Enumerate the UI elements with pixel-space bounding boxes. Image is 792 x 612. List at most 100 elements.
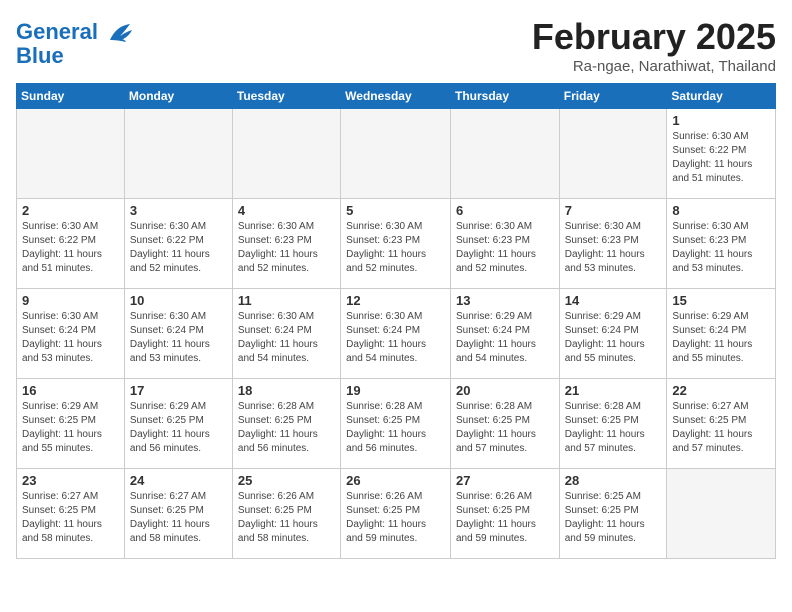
day-number: 21: [565, 383, 662, 398]
day-info: Sunrise: 6:30 AM Sunset: 6:24 PM Dayligh…: [346, 310, 445, 366]
calendar-cell: 10Sunrise: 6:30 AM Sunset: 6:24 PM Dayli…: [124, 289, 232, 379]
week-row-5: 23 Sunrise: 6:27 AM Sunset: 6:25 PM Dayli…: [17, 469, 776, 559]
day-number: 1: [672, 113, 770, 128]
calendar-cell: 3 Sunrise: 6:30 AM Sunset: 6:22 PM Daylig…: [124, 199, 232, 289]
day-number: 2: [22, 203, 119, 218]
calendar-cell: [450, 109, 559, 199]
logo-text: General: [16, 20, 134, 44]
day-info: Sunrise: 6:28 AM Sunset: 6:25 PM Dayligh…: [238, 400, 335, 456]
weekday-header-sunday: Sunday: [17, 84, 125, 109]
logo-line2-text: Blue: [16, 44, 134, 68]
day-info: Sunrise: 6:30 AM Sunset: 6:24 PM Dayligh…: [22, 310, 119, 366]
week-row-2: 2 Sunrise: 6:30 AM Sunset: 6:22 PM Daylig…: [17, 199, 776, 289]
calendar-cell: 20Sunrise: 6:28 AM Sunset: 6:25 PM Dayli…: [450, 379, 559, 469]
day-number: 12: [346, 293, 445, 308]
day-info: Sunrise: 6:28 AM Sunset: 6:25 PM Dayligh…: [346, 400, 445, 456]
calendar-cell: [341, 109, 451, 199]
day-number: 11: [238, 293, 335, 308]
day-number: 14: [565, 293, 662, 308]
calendar-cell: 13 Sunrise: 6:29 AM Sunset: 6:24 PM Dayli…: [450, 289, 559, 379]
day-info: Sunrise: 6:29 AM Sunset: 6:24 PM Dayligh…: [565, 310, 662, 366]
calendar-cell: [17, 109, 125, 199]
day-info: Sunrise: 6:27 AM Sunset: 6:25 PM Dayligh…: [672, 400, 770, 456]
day-number: 26: [346, 473, 445, 488]
day-number: 8: [672, 203, 770, 218]
weekday-header-tuesday: Tuesday: [232, 84, 340, 109]
day-number: 19: [346, 383, 445, 398]
weekday-header-wednesday: Wednesday: [341, 84, 451, 109]
day-number: 6: [456, 203, 554, 218]
day-info: Sunrise: 6:30 AM Sunset: 6:23 PM Dayligh…: [346, 220, 445, 276]
day-number: 17: [130, 383, 227, 398]
day-number: 7: [565, 203, 662, 218]
day-info: Sunrise: 6:29 AM Sunset: 6:24 PM Dayligh…: [672, 310, 770, 366]
calendar-cell: 27 Sunrise: 6:26 AM Sunset: 6:25 PM Dayli…: [450, 469, 559, 559]
day-number: 10: [130, 293, 227, 308]
calendar-cell: 26Sunrise: 6:26 AM Sunset: 6:25 PM Dayli…: [341, 469, 451, 559]
logo-line1: General: [16, 19, 98, 44]
calendar-cell: 14 Sunrise: 6:29 AM Sunset: 6:24 PM Dayli…: [559, 289, 667, 379]
week-row-1: 1 Sunrise: 6:30 AM Sunset: 6:22 PM Daylig…: [17, 109, 776, 199]
calendar-table: SundayMondayTuesdayWednesdayThursdayFrid…: [16, 83, 776, 559]
calendar-cell: [667, 469, 776, 559]
day-number: 13: [456, 293, 554, 308]
calendar-cell: 2 Sunrise: 6:30 AM Sunset: 6:22 PM Daylig…: [17, 199, 125, 289]
calendar-cell: 16 Sunrise: 6:29 AM Sunset: 6:25 PM Dayli…: [17, 379, 125, 469]
week-row-3: 9 Sunrise: 6:30 AM Sunset: 6:24 PM Daylig…: [17, 289, 776, 379]
day-info: Sunrise: 6:26 AM Sunset: 6:25 PM Dayligh…: [456, 490, 554, 546]
weekday-header-monday: Monday: [124, 84, 232, 109]
day-info: Sunrise: 6:30 AM Sunset: 6:24 PM Dayligh…: [238, 310, 335, 366]
calendar-cell: 11 Sunrise: 6:30 AM Sunset: 6:24 PM Dayli…: [232, 289, 340, 379]
calendar-cell: 22 Sunrise: 6:27 AM Sunset: 6:25 PM Dayli…: [667, 379, 776, 469]
day-info: Sunrise: 6:30 AM Sunset: 6:22 PM Dayligh…: [22, 220, 119, 276]
day-number: 16: [22, 383, 119, 398]
day-number: 5: [346, 203, 445, 218]
day-info: Sunrise: 6:29 AM Sunset: 6:25 PM Dayligh…: [22, 400, 119, 456]
logo: General Blue: [16, 20, 134, 68]
weekday-header-row: SundayMondayTuesdayWednesdayThursdayFrid…: [17, 84, 776, 109]
day-info: Sunrise: 6:27 AM Sunset: 6:25 PM Dayligh…: [130, 490, 227, 546]
calendar-cell: [559, 109, 667, 199]
day-number: 9: [22, 293, 119, 308]
weekday-header-saturday: Saturday: [667, 84, 776, 109]
day-info: Sunrise: 6:28 AM Sunset: 6:25 PM Dayligh…: [565, 400, 662, 456]
calendar-cell: 7 Sunrise: 6:30 AM Sunset: 6:23 PM Daylig…: [559, 199, 667, 289]
calendar-cell: 9 Sunrise: 6:30 AM Sunset: 6:24 PM Daylig…: [17, 289, 125, 379]
day-info: Sunrise: 6:30 AM Sunset: 6:23 PM Dayligh…: [565, 220, 662, 276]
title-block: February 2025 Ra-ngae, Narathiwat, Thail…: [532, 16, 776, 75]
calendar-cell: [232, 109, 340, 199]
day-number: 24: [130, 473, 227, 488]
day-info: Sunrise: 6:28 AM Sunset: 6:25 PM Dayligh…: [456, 400, 554, 456]
day-number: 3: [130, 203, 227, 218]
day-number: 28: [565, 473, 662, 488]
day-info: Sunrise: 6:30 AM Sunset: 6:23 PM Dayligh…: [456, 220, 554, 276]
day-info: Sunrise: 6:30 AM Sunset: 6:23 PM Dayligh…: [238, 220, 335, 276]
weekday-header-thursday: Thursday: [450, 84, 559, 109]
day-info: Sunrise: 6:25 AM Sunset: 6:25 PM Dayligh…: [565, 490, 662, 546]
week-row-4: 16 Sunrise: 6:29 AM Sunset: 6:25 PM Dayli…: [17, 379, 776, 469]
day-number: 22: [672, 383, 770, 398]
calendar-cell: 1 Sunrise: 6:30 AM Sunset: 6:22 PM Daylig…: [667, 109, 776, 199]
calendar-cell: 4Sunrise: 6:30 AM Sunset: 6:23 PM Daylig…: [232, 199, 340, 289]
day-info: Sunrise: 6:29 AM Sunset: 6:25 PM Dayligh…: [130, 400, 227, 456]
logo-bird-icon: [106, 22, 134, 44]
day-info: Sunrise: 6:30 AM Sunset: 6:22 PM Dayligh…: [672, 130, 770, 186]
weekday-header-friday: Friday: [559, 84, 667, 109]
calendar-cell: [124, 109, 232, 199]
calendar-cell: 5 Sunrise: 6:30 AM Sunset: 6:23 PM Daylig…: [341, 199, 451, 289]
day-number: 23: [22, 473, 119, 488]
day-info: Sunrise: 6:27 AM Sunset: 6:25 PM Dayligh…: [22, 490, 119, 546]
calendar-cell: 17 Sunrise: 6:29 AM Sunset: 6:25 PM Dayli…: [124, 379, 232, 469]
calendar-cell: 12 Sunrise: 6:30 AM Sunset: 6:24 PM Dayli…: [341, 289, 451, 379]
calendar-cell: 6 Sunrise: 6:30 AM Sunset: 6:23 PM Daylig…: [450, 199, 559, 289]
calendar-cell: 24 Sunrise: 6:27 AM Sunset: 6:25 PM Dayli…: [124, 469, 232, 559]
calendar-title: February 2025: [532, 16, 776, 58]
day-number: 27: [456, 473, 554, 488]
day-info: Sunrise: 6:30 AM Sunset: 6:22 PM Dayligh…: [130, 220, 227, 276]
day-info: Sunrise: 6:29 AM Sunset: 6:24 PM Dayligh…: [456, 310, 554, 366]
day-number: 18: [238, 383, 335, 398]
header: General Blue February 2025 Ra-ngae, Nara…: [16, 16, 776, 75]
calendar-cell: 15 Sunrise: 6:29 AM Sunset: 6:24 PM Dayli…: [667, 289, 776, 379]
day-number: 15: [672, 293, 770, 308]
day-number: 25: [238, 473, 335, 488]
